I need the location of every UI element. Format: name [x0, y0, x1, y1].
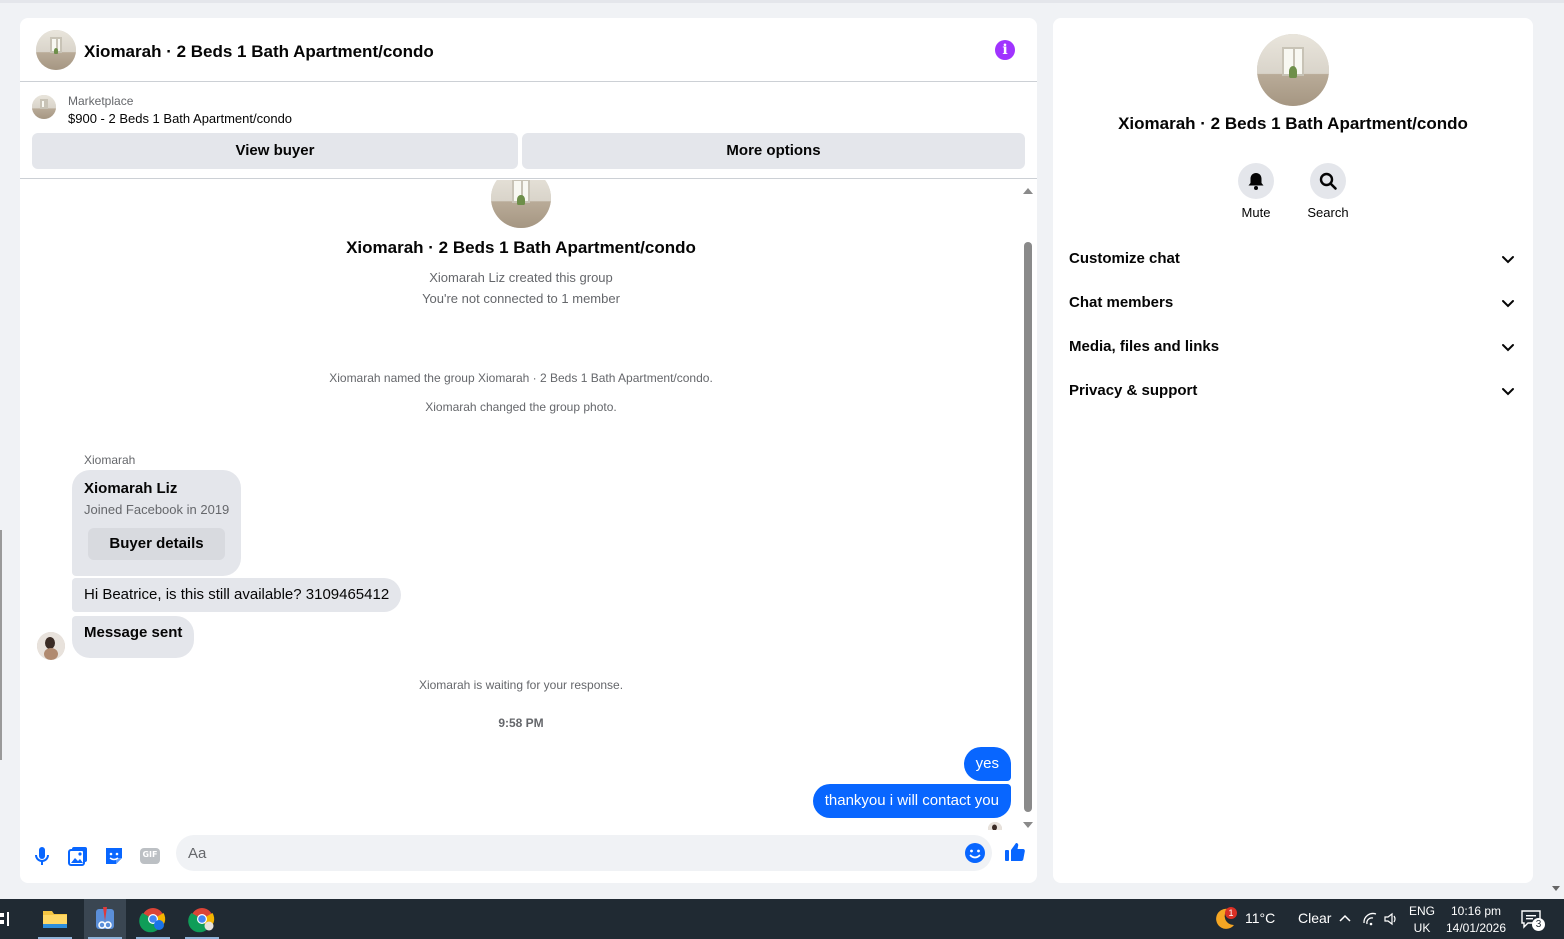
- sticker-icon[interactable]: [102, 844, 126, 868]
- notifications-icon[interactable]: 3: [1520, 909, 1546, 933]
- snipping-tool-icon[interactable]: [84, 899, 126, 939]
- photo-icon[interactable]: [66, 844, 90, 868]
- chevron-down-icon: [1502, 300, 1514, 308]
- chat-info-panel: Xiomarah · 2 Beds 1 Bath Apartment/condo…: [1053, 18, 1533, 883]
- microphone-icon[interactable]: [30, 844, 54, 868]
- mute-label: Mute: [1241, 205, 1271, 220]
- clock[interactable]: 10:16 pm 14/01/2026: [1442, 902, 1510, 936]
- composer: GIF: [20, 830, 1037, 883]
- file-explorer-icon[interactable]: [34, 899, 76, 939]
- buyer-card: Xiomarah Liz Joined Facebook in 2019 Buy…: [72, 470, 241, 576]
- customize-chat-section[interactable]: Customize chat: [1053, 238, 1533, 282]
- chevron-down-icon: [1502, 256, 1514, 264]
- weather-widget[interactable]: 1 11°C Clear: [1210, 899, 1331, 939]
- message-bubble: Hi Beatrice, is this still available? 31…: [72, 578, 402, 612]
- notification-count: 3: [1532, 918, 1545, 931]
- thumbs-up-icon[interactable]: [1003, 840, 1027, 864]
- bell-icon: [1238, 163, 1274, 199]
- marketplace-bar: Marketplace $900 - 2 Beds 1 Bath Apartme…: [20, 83, 1037, 179]
- chat-header: Xiomarah · 2 Beds 1 Bath Apartment/condo…: [20, 18, 1037, 82]
- chrome-icon[interactable]: [181, 899, 223, 939]
- weather-temp: 11°C: [1245, 910, 1276, 926]
- named-group-notice: Xiomarah named the group Xiomarah · 2 Be…: [329, 371, 713, 385]
- emoji-icon[interactable]: [964, 842, 986, 864]
- chrome-profile-icon[interactable]: [132, 899, 174, 939]
- more-options-button[interactable]: More options: [522, 133, 1025, 169]
- mute-button[interactable]: Mute: [1226, 163, 1286, 220]
- window-top-border: [0, 0, 1564, 3]
- search-icon: [1310, 163, 1346, 199]
- section-label: Customize chat: [1069, 250, 1180, 267]
- scroll-thumb[interactable]: [1024, 242, 1032, 812]
- message-input[interactable]: [188, 835, 948, 871]
- buyer-name: Xiomarah Liz: [84, 480, 178, 497]
- search-label: Search: [1307, 205, 1349, 220]
- clock-time: 10:16 pm: [1450, 904, 1502, 918]
- message-bubble: Message sent: [72, 616, 195, 658]
- task-view-icon[interactable]: [0, 909, 14, 929]
- not-connected-notice: You're not connected to 1 member: [422, 291, 620, 306]
- thread-group-avatar: [491, 180, 551, 228]
- privacy-support-section[interactable]: Privacy & support: [1053, 370, 1533, 414]
- page-scroll-down-arrow[interactable]: [1552, 886, 1560, 891]
- section-label: Chat members: [1069, 294, 1174, 311]
- listing-thumbnail[interactable]: [32, 95, 56, 119]
- sent-message-bubble: thankyou i will contact you: [812, 784, 1011, 818]
- language-line2: UK: [1413, 921, 1431, 935]
- scroll-up-arrow[interactable]: [1023, 188, 1033, 194]
- message-thread: Xiomarah · 2 Beds 1 Bath Apartment/condo…: [20, 180, 1037, 830]
- media-files-links-section[interactable]: Media, files and links: [1053, 326, 1533, 370]
- view-buyer-button[interactable]: View buyer: [32, 133, 518, 169]
- chevron-down-icon: [1502, 344, 1514, 352]
- info-icon[interactable]: i: [995, 40, 1015, 60]
- chat-members-section[interactable]: Chat members: [1053, 282, 1533, 326]
- sender-label: Xiomarah: [84, 453, 136, 467]
- changed-photo-notice: Xiomarah changed the group photo.: [425, 400, 617, 414]
- moon-icon: [1216, 908, 1234, 929]
- group-avatar[interactable]: [36, 30, 76, 70]
- windows-taskbar: 1 11°C Clear ENG UK 10:16 pm 14/01/2026 …: [0, 899, 1564, 939]
- search-button[interactable]: Search: [1298, 163, 1358, 220]
- chat-panel: Xiomarah · 2 Beds 1 Bath Apartment/condo…: [20, 18, 1037, 883]
- created-notice: Xiomarah Liz created this group: [429, 270, 613, 285]
- clock-date: 14/01/2026: [1445, 921, 1507, 935]
- marketplace-label: Marketplace: [68, 94, 134, 108]
- message-input-wrapper: [176, 835, 992, 871]
- sender-avatar[interactable]: [37, 632, 65, 660]
- thread-scrollbar[interactable]: [1022, 188, 1034, 828]
- waiting-notice: Xiomarah is waiting for your response.: [418, 678, 624, 692]
- buyer-joined: Joined Facebook in 2019: [84, 502, 230, 517]
- chat-title: Xiomarah · 2 Beds 1 Bath Apartment/condo: [84, 42, 434, 61]
- buyer-details-button[interactable]: Buyer details: [88, 528, 225, 560]
- language-line1: ENG: [1408, 904, 1435, 918]
- chevron-up-icon[interactable]: [1337, 911, 1353, 927]
- thread-title: Xiomarah · 2 Beds 1 Bath Apartment/condo: [346, 238, 696, 257]
- volume-icon[interactable]: [1383, 911, 1399, 927]
- gif-icon[interactable]: GIF: [138, 844, 162, 868]
- timestamp: 9:58 PM: [498, 716, 544, 730]
- section-label: Privacy & support: [1069, 382, 1198, 399]
- section-label: Media, files and links: [1069, 338, 1220, 355]
- info-group-avatar[interactable]: [1257, 34, 1329, 106]
- listing-title[interactable]: $900 - 2 Beds 1 Bath Apartment/condo: [68, 111, 292, 126]
- weather-badge: 1: [1225, 907, 1237, 919]
- seen-avatar: [988, 822, 1002, 830]
- chevron-down-icon: [1502, 388, 1514, 396]
- sent-message-bubble: yes: [963, 747, 1011, 781]
- info-title: Xiomarah · 2 Beds 1 Bath Apartment/condo: [1118, 114, 1468, 133]
- wifi-icon[interactable]: [1362, 911, 1378, 927]
- gif-label: GIF: [142, 850, 158, 859]
- language-indicator[interactable]: ENG UK: [1406, 902, 1438, 936]
- left-window-edge: [0, 530, 2, 760]
- scroll-down-arrow[interactable]: [1023, 822, 1033, 828]
- weather-condition: Clear: [1298, 910, 1332, 926]
